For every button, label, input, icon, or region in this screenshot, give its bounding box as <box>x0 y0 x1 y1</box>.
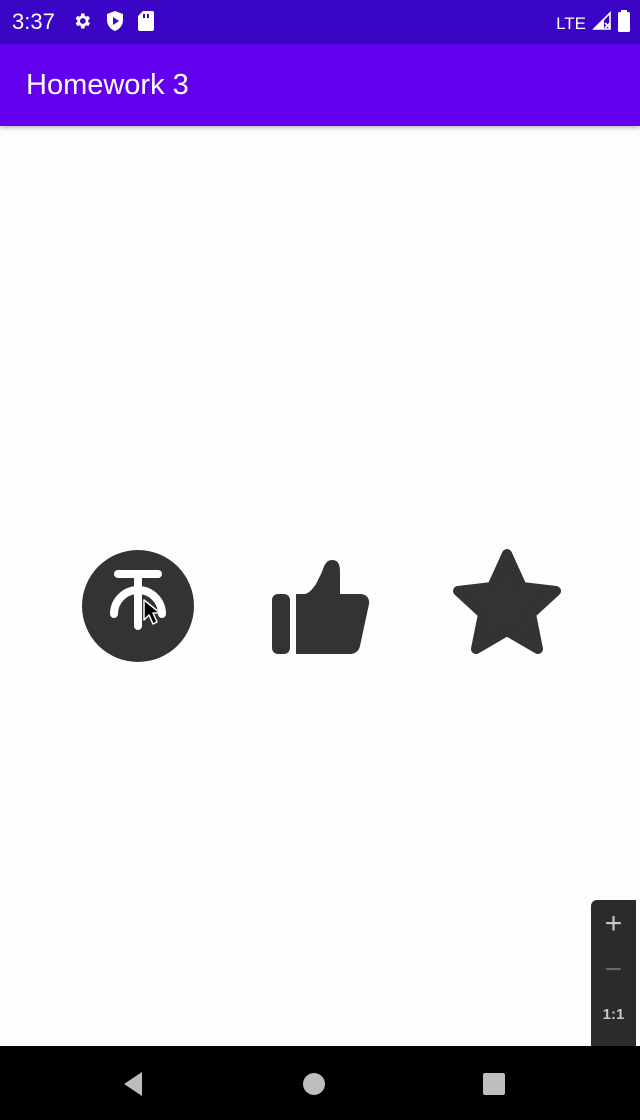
status-time: 3:37 <box>12 9 55 34</box>
thumbs-up-icon[interactable] <box>268 556 378 656</box>
recents-icon[interactable] <box>478 1068 510 1100</box>
battery-icon <box>618 10 630 37</box>
status-icons-right: LTE <box>556 10 630 37</box>
home-icon[interactable] <box>298 1068 330 1100</box>
zoom-reset-button[interactable]: 1:1 <box>591 1002 636 1028</box>
screen: 3:37 LTE Homework 3 + − 1:1 <box>0 0 640 1120</box>
app-title: Homework 3 <box>26 69 189 101</box>
zoom-out-button[interactable]: − <box>591 952 636 988</box>
shield-play-icon <box>106 11 124 36</box>
star-icon[interactable] <box>448 546 566 664</box>
app-bar: Homework 3 <box>0 44 640 126</box>
back-icon[interactable] <box>118 1068 150 1100</box>
navigation-bar <box>0 1046 640 1120</box>
status-bar: 3:37 LTE <box>0 0 640 44</box>
hanger-circle-icon[interactable] <box>82 550 194 662</box>
status-icons-left <box>72 11 154 36</box>
sd-card-icon <box>138 11 154 36</box>
gear-icon <box>72 11 92 36</box>
signal-icon <box>592 11 612 36</box>
zoom-in-button[interactable]: + <box>591 906 636 942</box>
network-type: LTE <box>556 13 586 33</box>
